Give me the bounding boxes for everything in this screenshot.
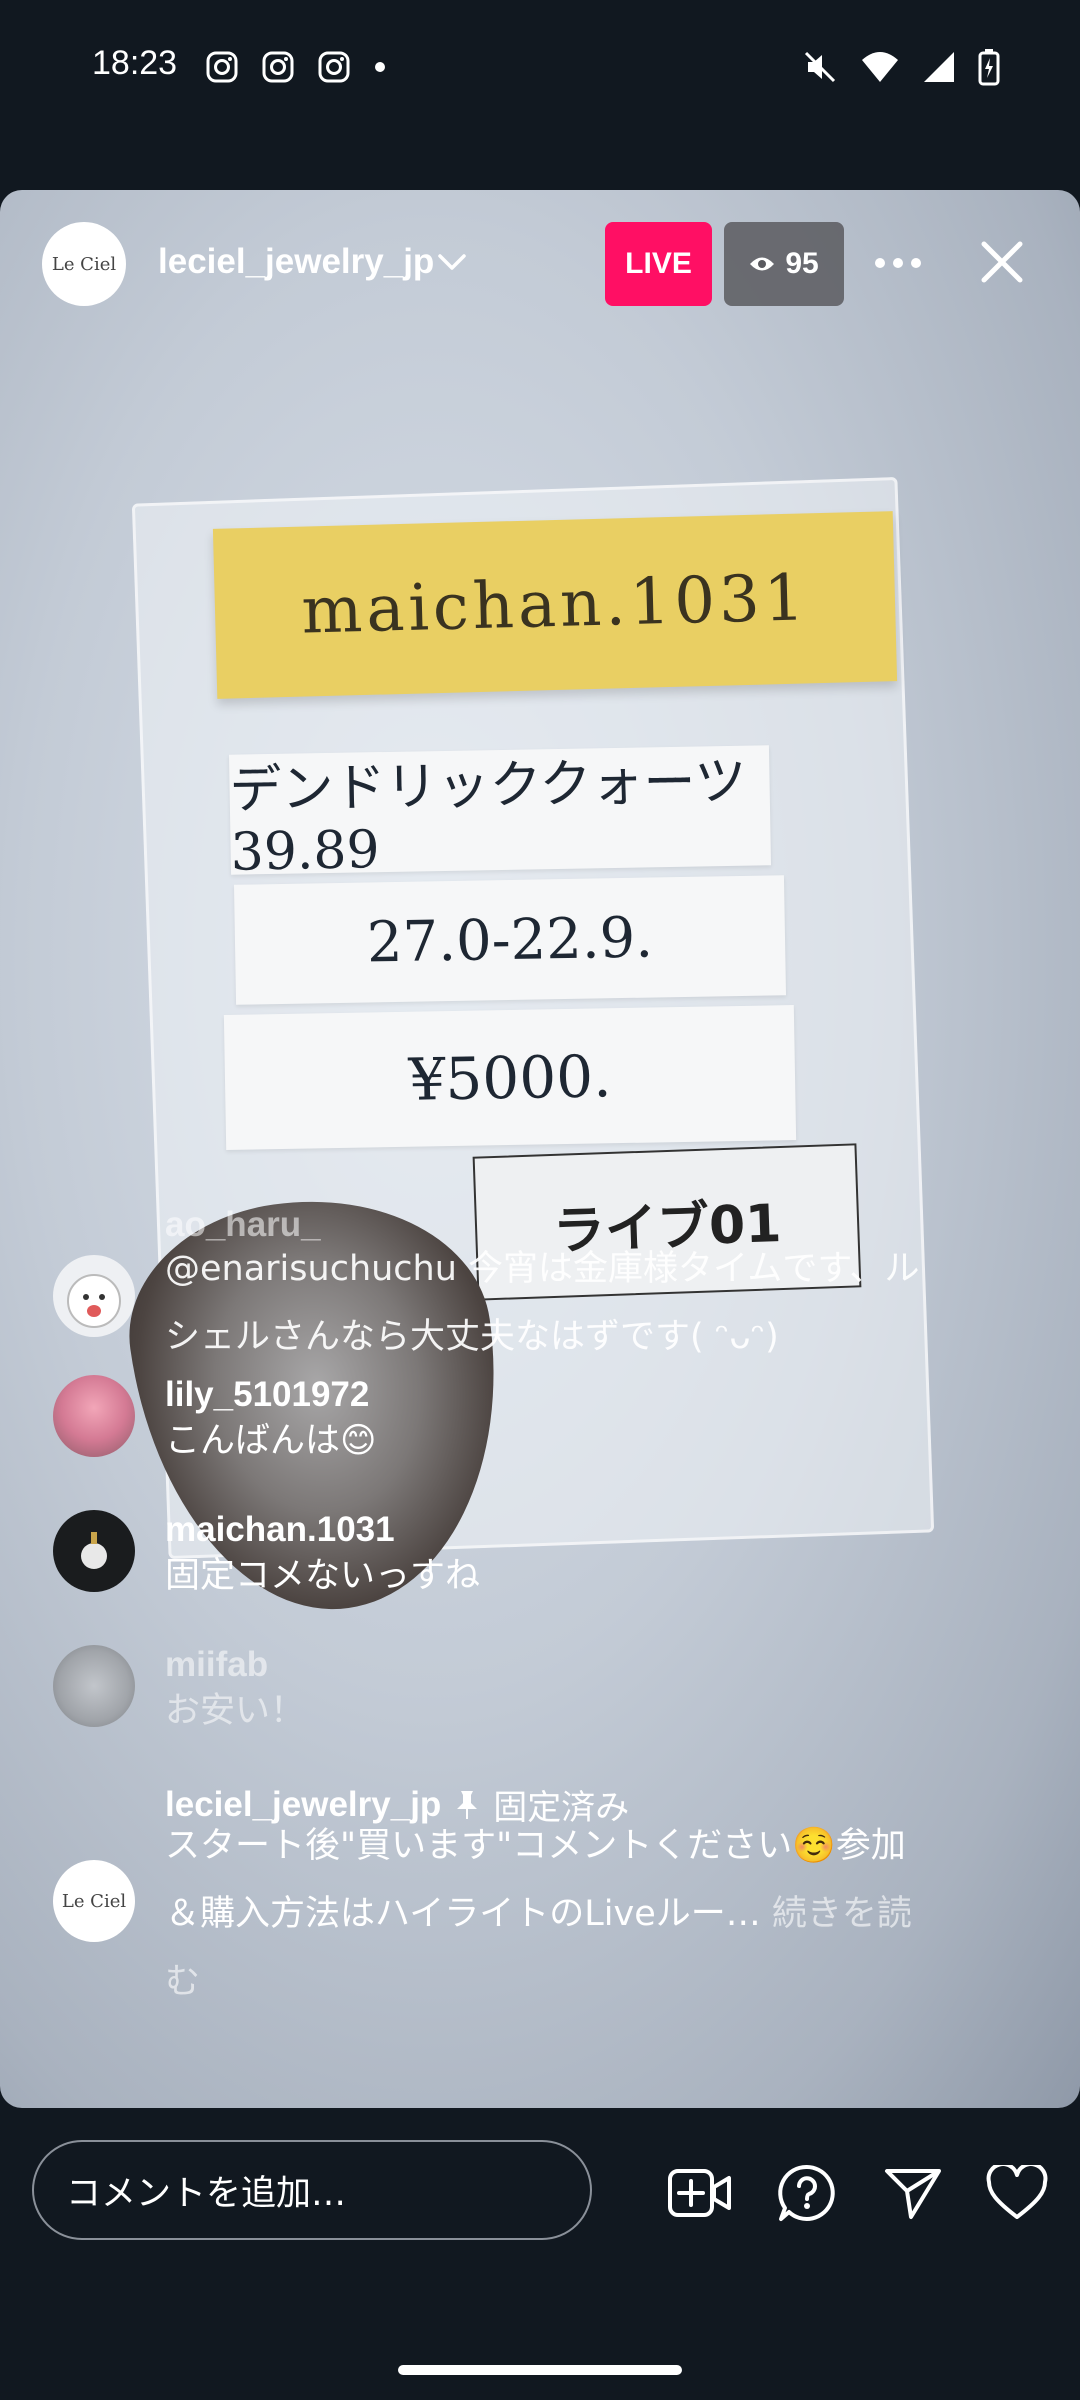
heart-icon — [986, 2165, 1048, 2219]
comment-text: お安い！ — [165, 1691, 306, 1731]
close-button[interactable] — [970, 230, 1034, 294]
wifi-icon — [862, 52, 898, 82]
pearl-avatar-icon — [81, 1532, 107, 1569]
share-button[interactable] — [878, 2158, 948, 2228]
battery-charging-icon — [978, 49, 1000, 86]
host-username[interactable]: leciel_jewelry_jp — [158, 242, 434, 282]
comment-input[interactable]: コメントを追加… — [32, 2140, 592, 2240]
pinned-comment-text: スタート後"買います"コメントください☺️参加＆購入方法はハイライトのLiveル… — [165, 1812, 925, 2016]
live-video-card[interactable]: maichan.1031 デンドリッククォーツ 39.89 27.0-22.9.… — [0, 190, 1080, 2108]
avatar[interactable] — [53, 1645, 135, 1727]
status-time: 18:23 — [92, 44, 178, 82]
add-video-guest-button[interactable] — [665, 2158, 735, 2228]
viewer-count: 95 — [785, 247, 819, 280]
question-icon — [778, 2164, 835, 2221]
more-options-button[interactable] — [868, 238, 928, 288]
viewer-count-badge[interactable]: 95 — [724, 222, 844, 306]
mute-icon — [804, 51, 836, 83]
like-button[interactable] — [982, 2158, 1052, 2228]
avatar[interactable] — [53, 1510, 135, 1592]
product-name-paper: デンドリッククォーツ 39.89 — [228, 745, 772, 882]
eye-icon — [750, 257, 775, 271]
send-icon — [885, 2169, 941, 2219]
avatar[interactable] — [53, 1375, 135, 1457]
live-badge: LIVE — [605, 222, 712, 306]
close-icon — [981, 241, 1023, 283]
avatar[interactable]: Le Ciel — [53, 1860, 135, 1942]
home-indicator[interactable] — [398, 2365, 682, 2375]
character-avatar-icon — [67, 1274, 121, 1328]
comment-text: こんばんは😊 — [165, 1421, 377, 1461]
chevron-down-icon[interactable] — [434, 244, 470, 280]
product-price-paper: ¥5000. — [223, 1005, 797, 1150]
instagram-icon — [262, 51, 294, 83]
live-header: Le Ciel leciel_jewelry_jp LIVE 95 — [0, 190, 1080, 350]
comment-text: @enarisuchuchu 今宵は金庫様タイムです、ルシェルさんなら大丈夫なは… — [165, 1249, 920, 1357]
sticky-note: maichan.1031 — [212, 511, 898, 699]
dot-icon — [375, 62, 385, 72]
instagram-icon — [206, 51, 238, 83]
video-add-icon — [668, 2169, 731, 2217]
comment-text: 固定コメないっすね — [165, 1556, 481, 1596]
product-size-paper: 27.0-22.9. — [233, 875, 787, 1005]
avatar[interactable] — [53, 1255, 135, 1337]
question-button[interactable] — [772, 2158, 842, 2228]
signal-icon — [924, 52, 954, 82]
status-right-icons — [802, 48, 1000, 86]
status-app-icons — [205, 50, 387, 84]
more-horizontal-icon — [875, 258, 921, 268]
host-avatar[interactable]: Le Ciel — [42, 222, 126, 306]
status-bar: 18:23 — [0, 0, 1080, 190]
bottom-bar: コメントを追加… — [0, 2108, 1080, 2278]
instagram-icon — [318, 51, 350, 83]
